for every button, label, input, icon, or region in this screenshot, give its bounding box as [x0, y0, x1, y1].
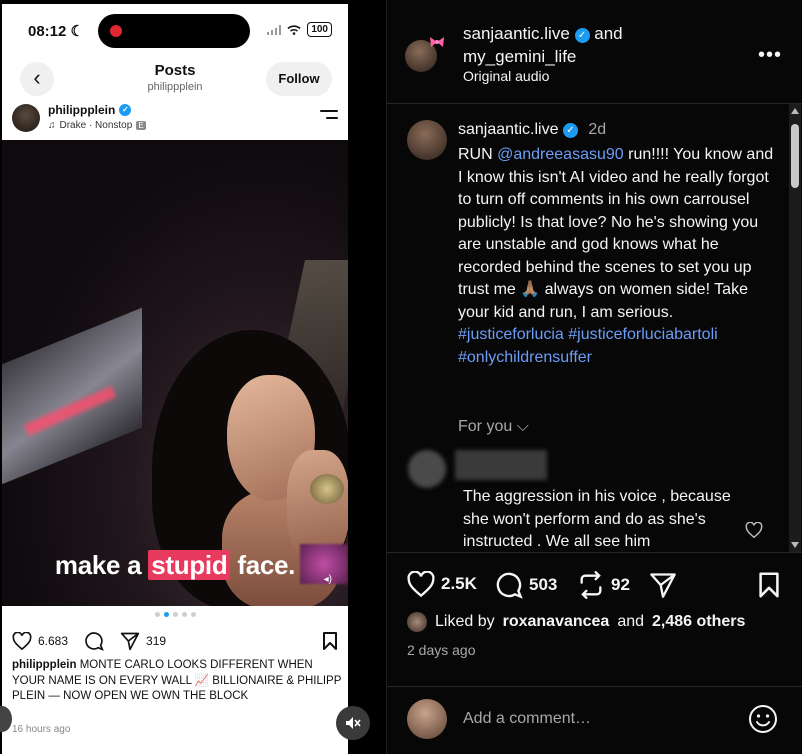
- repost-count: 92: [611, 575, 630, 594]
- hashtag-link[interactable]: #justiceforlucia: [458, 326, 564, 343]
- post-action-bar: 6.683 319: [12, 628, 338, 654]
- comment-username[interactable]: sanjaantic.live: [458, 121, 559, 138]
- post-caption: philippplein MONTE CARLO LOOKS DIFFERENT…: [12, 659, 342, 702]
- more-options-icon[interactable]: •••: [758, 44, 782, 67]
- carousel-dots: [2, 612, 348, 617]
- comment-button[interactable]: 503: [495, 571, 557, 599]
- pink-bow-icon: [430, 37, 444, 47]
- scrollbar-thumb[interactable]: [791, 124, 799, 188]
- verified-badge-icon: ✓: [574, 28, 590, 43]
- comments-scrollbar[interactable]: [789, 104, 801, 552]
- carousel-dot-active: [163, 612, 169, 617]
- follow-button[interactable]: Follow: [266, 62, 332, 96]
- post-authors: sanjaantic.live ✓ and my_gemini_life: [463, 24, 623, 66]
- volume-icon[interactable]: ◂): [324, 574, 332, 585]
- heart-icon[interactable]: [12, 632, 32, 650]
- avatar[interactable]: [12, 104, 40, 132]
- comment-text-segment: RUN: [458, 146, 498, 163]
- author-name[interactable]: philippplein ✓: [48, 103, 132, 117]
- post-author-row: philippplein ✓ ♫ Drake · Nonstop E: [2, 102, 348, 140]
- mention-link[interactable]: @andreeasasu90: [497, 146, 624, 163]
- comment-count: 503: [529, 575, 558, 594]
- comment-header: sanjaantic.live ✓ 2d: [458, 121, 606, 139]
- collaborator-username[interactable]: my_gemini_life: [463, 47, 576, 66]
- scroll-up-arrow-icon[interactable]: [791, 108, 799, 114]
- wifi-icon: [287, 24, 301, 35]
- caption-highlight: stupid: [148, 550, 231, 580]
- heart-icon: [407, 571, 435, 597]
- moon-icon: ☾: [70, 23, 84, 40]
- carousel-dot: [181, 612, 187, 617]
- verified-badge-icon: ✓: [562, 123, 578, 138]
- mute-button[interactable]: [336, 706, 370, 740]
- ring: [310, 474, 344, 504]
- post-detail-panel: sanjaantic.live ✓ and my_gemini_life Ori…: [386, 0, 802, 754]
- video-caption: make a stupid face.: [54, 550, 296, 580]
- post-action-bar: 2.5K 503 92: [387, 552, 802, 618]
- blurred-avatar: [408, 450, 446, 488]
- carousel-dot: [190, 612, 196, 617]
- emoji-icon[interactable]: [748, 704, 778, 734]
- explicit-badge: E: [136, 121, 146, 130]
- post-time: 16 hours ago: [12, 724, 71, 735]
- carousel-dot: [172, 612, 178, 617]
- comment-icon: [496, 572, 523, 599]
- muted-speaker-icon: [346, 717, 361, 729]
- liked-by-user[interactable]: roxanavancea: [503, 613, 610, 631]
- status-time: 08:12 ☾: [28, 23, 84, 40]
- avatar: [407, 612, 427, 632]
- posts-header: ‹ Posts philippplein Follow: [2, 54, 348, 102]
- scroll-down-arrow-icon[interactable]: [791, 542, 799, 548]
- verified-badge-icon: ✓: [119, 104, 132, 116]
- dynamic-island: [98, 14, 250, 48]
- reply-text: The aggression in his voice , because sh…: [463, 488, 731, 550]
- comment-text-segment: run!!!! You know and I know this isn't A…: [458, 146, 774, 321]
- hashtag-link[interactable]: #onlychildrensuffer: [458, 349, 592, 366]
- music-note-icon: ♫: [48, 120, 56, 131]
- audio-link[interactable]: Original audio: [463, 68, 549, 84]
- add-comment-bar: [387, 686, 802, 752]
- post-time: 2 days ago: [407, 642, 476, 658]
- bookmark-icon: [759, 572, 779, 598]
- author-username[interactable]: sanjaantic.live: [463, 24, 570, 43]
- share-button[interactable]: [649, 571, 677, 599]
- avatar[interactable]: [407, 120, 447, 160]
- like-comment-heart-icon[interactable]: [745, 522, 763, 538]
- repost-button[interactable]: 92: [577, 571, 630, 599]
- carousel-dot: [154, 612, 160, 617]
- embedded-phone-screenshot: 08:12 ☾ 100 ‹ Posts philippplein Follow …: [0, 0, 386, 754]
- for-you-toggle[interactable]: For you ⌵: [458, 418, 529, 436]
- like-count: 2.5K: [441, 574, 477, 593]
- like-count: 6.683: [38, 634, 69, 648]
- car-window-left: [2, 307, 142, 493]
- menu-icon[interactable]: [320, 110, 338, 124]
- video-frame[interactable]: make a stupid face. ◂): [2, 140, 348, 606]
- comment-icon[interactable]: [84, 631, 104, 651]
- signal-icon: [267, 24, 282, 35]
- recording-indicator-icon: [110, 25, 122, 37]
- liked-by-summary[interactable]: Liked by roxanavancea and 2,486 others: [407, 612, 745, 632]
- avatar: [407, 699, 447, 739]
- repost-icon: [580, 571, 602, 599]
- status-icons: 100: [267, 22, 332, 37]
- save-button[interactable]: [757, 571, 781, 599]
- bookmark-icon[interactable]: [322, 631, 338, 651]
- post-header: sanjaantic.live ✓ and my_gemini_life Ori…: [387, 0, 802, 104]
- comments-list: sanjaantic.live ✓ 2d RUN @andreeasasu90 …: [387, 104, 787, 552]
- share-icon: [650, 573, 676, 598]
- comment-text: RUN @andreeasasu90 run!!!! You know and …: [458, 144, 778, 369]
- share-icon[interactable]: [120, 631, 140, 651]
- comment-time: 2d: [588, 121, 607, 138]
- like-button[interactable]: 2.5K: [407, 571, 477, 597]
- music-info[interactable]: ♫ Drake · Nonstop E: [48, 120, 146, 131]
- share-count: 319: [146, 634, 167, 648]
- liked-by-others[interactable]: 2,486 others: [652, 613, 745, 631]
- chevron-down-icon: ⌵: [516, 418, 529, 435]
- phone-screen: 08:12 ☾ 100 ‹ Posts philippplein Follow …: [2, 4, 348, 754]
- add-comment-input[interactable]: [463, 706, 713, 732]
- hashtag-link[interactable]: #justiceforluciabartoli: [568, 326, 717, 343]
- blurred-username: [455, 450, 547, 480]
- battery-indicator: 100: [307, 22, 332, 37]
